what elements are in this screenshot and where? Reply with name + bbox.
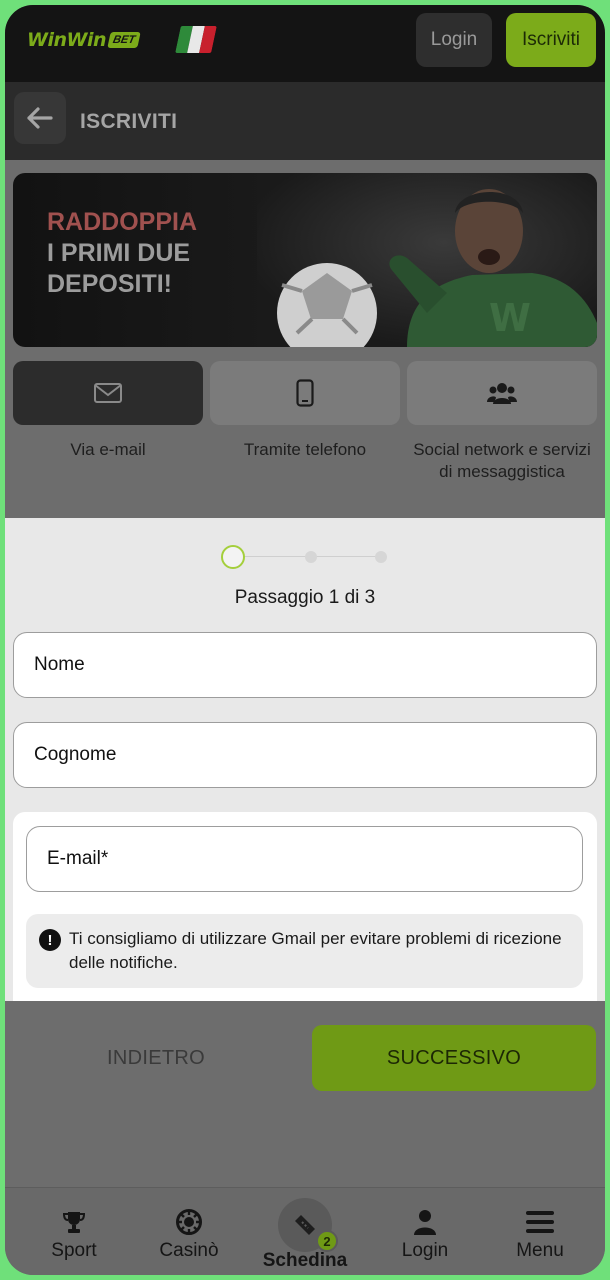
smartphone-icon — [296, 379, 314, 407]
casino-chip-icon — [175, 1208, 203, 1236]
promo-banner[interactable]: W RADDOPPIA I PRIMI DUE DEPOSITI! — [13, 173, 597, 347]
users-icon — [487, 383, 517, 404]
next-button[interactable]: SUCCESSIVO — [312, 1025, 596, 1091]
trophy-icon — [60, 1208, 88, 1236]
user-icon — [411, 1208, 439, 1236]
tab-social-label[interactable]: Social network e servizi di messaggistic… — [407, 439, 597, 483]
page-title: ISCRIVITI — [80, 110, 178, 133]
tab-phone-label[interactable]: Tramite telefono — [210, 439, 400, 461]
football-player-image: W — [257, 173, 597, 347]
nav-menu-label: Menu — [516, 1240, 564, 1261]
brand-logo[interactable]: WinWin BET — [27, 29, 141, 51]
login-button[interactable]: Login — [416, 13, 492, 67]
logo-badge: BET — [107, 32, 141, 48]
registration-form: Passaggio 1 di 3 Nome Cognome E-mail* ! … — [5, 518, 605, 1001]
nav-betslip-label: Schedina — [262, 1250, 348, 1271]
step-progress — [221, 545, 391, 569]
italy-flag-icon[interactable] — [175, 26, 217, 53]
step-counter-text: Passaggio 1 di 3 — [234, 587, 376, 608]
step-1-indicator — [221, 545, 245, 569]
first-name-field[interactable]: Nome — [13, 632, 597, 698]
menu-icon — [526, 1208, 554, 1236]
app-screen: WinWin BET Login Iscriviti ISCRIVITI W R… — [5, 5, 605, 1275]
nav-menu[interactable]: Menu — [480, 1188, 600, 1275]
banner-line-3: DEPOSITI! — [47, 270, 173, 298]
svg-text:W: W — [489, 296, 531, 340]
betslip-count-badge: 2 — [316, 1230, 338, 1252]
last-name-field[interactable]: Cognome — [13, 722, 597, 788]
nav-sport[interactable]: Sport — [14, 1188, 134, 1275]
banner-headline: RADDOPPIA I PRIMI DUE DEPOSITI! — [47, 207, 197, 300]
bottom-navigation: Sport Casinò Schedina 2 Login Menu — [5, 1187, 605, 1275]
ticket-icon — [295, 1215, 315, 1235]
banner-line-2: I PRIMI DUE — [47, 239, 191, 267]
nav-login[interactable]: Login — [365, 1188, 485, 1275]
step-3-indicator — [375, 551, 387, 563]
nav-casino-label: Casinò — [159, 1240, 219, 1261]
banner-line-1: RADDOPPIA — [47, 208, 198, 236]
back-button[interactable]: INDIETRO — [13, 1025, 299, 1091]
tab-phone[interactable] — [210, 361, 400, 425]
email-field[interactable]: E-mail* — [26, 826, 583, 892]
signup-button[interactable]: Iscriviti — [506, 13, 596, 67]
nav-login-label: Login — [401, 1240, 449, 1261]
back-arrow-button[interactable] — [14, 92, 66, 144]
tab-email[interactable] — [13, 361, 203, 425]
step-2-indicator — [305, 551, 317, 563]
tab-email-label[interactable]: Via e-mail — [13, 439, 203, 461]
envelope-icon — [94, 383, 122, 403]
email-section: E-mail* ! Ti consigliamo di utilizzare G… — [13, 812, 597, 1001]
top-bar: WinWin BET Login Iscriviti — [5, 5, 605, 82]
gmail-notice-text: Ti consigliamo di utilizzare Gmail per e… — [69, 929, 562, 972]
page-header: ISCRIVITI — [5, 82, 605, 160]
gmail-notice: ! Ti consigliamo di utilizzare Gmail per… — [26, 914, 583, 988]
arrow-left-icon — [27, 107, 53, 129]
nav-sport-label: Sport — [51, 1240, 97, 1261]
logo-wordmark: WinWin — [27, 29, 107, 51]
exclamation-icon: ! — [39, 929, 61, 951]
tab-social[interactable] — [407, 361, 597, 425]
nav-casino[interactable]: Casinò — [129, 1188, 249, 1275]
